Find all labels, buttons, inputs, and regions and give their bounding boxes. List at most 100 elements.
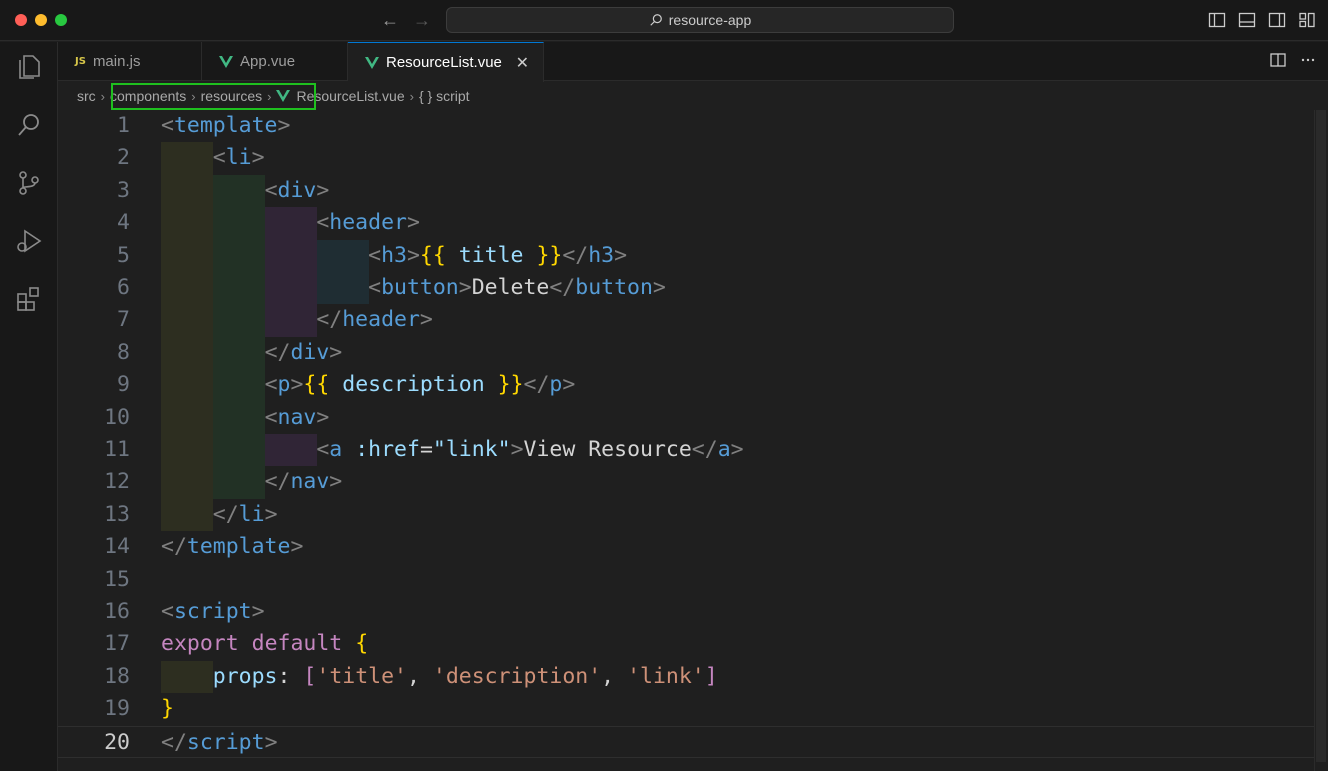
- explorer-icon[interactable]: [14, 52, 44, 82]
- code-line: 17 export default {: [58, 628, 1314, 660]
- code-text: }: [161, 696, 174, 722]
- code-line: 18 props: ['title', 'description', 'link…: [58, 660, 1314, 694]
- line-number: 1: [117, 113, 130, 138]
- close-window-button[interactable]: [15, 14, 27, 26]
- code-text: </div>: [264, 339, 343, 365]
- line-number: 14: [104, 534, 130, 560]
- tab-resourcelist-vue[interactable]: ResourceList.vue ✕: [348, 42, 544, 82]
- line-number: 8: [117, 339, 130, 365]
- line-number: 5: [117, 242, 130, 268]
- code-text: </script>: [161, 729, 278, 755]
- line-number: 3: [117, 177, 130, 203]
- title-bar: ← → resource-app: [0, 0, 1328, 41]
- code-text: <button>Delete</button>: [368, 275, 666, 300]
- zoom-window-button[interactable]: [55, 14, 67, 26]
- line-number: 10: [104, 404, 130, 430]
- code-line: 12 </nav>: [58, 466, 1314, 499]
- line-number: 2: [117, 145, 130, 171]
- line-number: 11: [104, 437, 130, 462]
- extensions-icon[interactable]: [14, 284, 44, 314]
- code-line: 15: [58, 564, 1314, 596]
- source-control-icon[interactable]: [14, 168, 44, 198]
- code-line: 13 </li>: [58, 498, 1314, 532]
- code-text: <header>: [316, 210, 420, 236]
- line-number: 12: [104, 469, 130, 495]
- code-line: 14 </template>: [58, 531, 1314, 563]
- code-line: 3 <div>: [58, 174, 1314, 208]
- editor-tab-bar: JS main.js App.vue ResourceList.vue ✕: [58, 42, 1328, 82]
- chevron-right-icon: ›: [100, 88, 106, 104]
- line-number: 19: [104, 696, 130, 722]
- code-line: 9 <p>{{ description }}</p>: [58, 369, 1314, 402]
- code-text: <p>{{ description }}</p>: [264, 372, 576, 398]
- line-number: 20: [104, 729, 130, 755]
- toggle-primary-sidebar-icon[interactable]: [1208, 11, 1226, 29]
- run-and-debug-icon[interactable]: [14, 226, 44, 256]
- code-line: 19 }: [58, 693, 1314, 725]
- code-text: <script>: [161, 599, 265, 624]
- customize-layout-icon[interactable]: [1298, 11, 1316, 29]
- code-text: <li>: [212, 145, 265, 171]
- editor-scrollbar[interactable]: [1314, 110, 1328, 771]
- search-icon[interactable]: [14, 110, 44, 140]
- tab-label: main.js: [92, 53, 141, 70]
- split-editor-icon[interactable]: [1270, 52, 1286, 68]
- vue-file-icon: [365, 56, 379, 69]
- line-number: 13: [104, 501, 130, 527]
- code-line: 10 <nav>: [58, 401, 1314, 434]
- toggle-panel-icon[interactable]: [1238, 11, 1256, 29]
- js-file-icon: JS: [75, 56, 86, 67]
- search-text: resource-app: [668, 12, 752, 28]
- code-line: 1 <template>: [58, 110, 1314, 142]
- line-number: 15: [104, 566, 130, 592]
- code-line: 4 <header>: [58, 207, 1314, 240]
- forward-arrow-icon[interactable]: →: [411, 9, 433, 31]
- scrollbar-thumb[interactable]: [1316, 110, 1326, 762]
- search-icon: [650, 14, 662, 26]
- code-text: export default {: [161, 631, 369, 657]
- more-actions-icon[interactable]: [1300, 52, 1316, 68]
- back-arrow-icon[interactable]: ←: [379, 9, 401, 31]
- highlight-box: [111, 83, 316, 110]
- line-number: 16: [104, 599, 130, 624]
- code-text: <template>: [161, 113, 291, 138]
- breadcrumb-item-script[interactable]: { } script: [419, 88, 470, 104]
- command-center-search[interactable]: resource-app: [446, 7, 954, 33]
- code-line: 2 <li>: [58, 142, 1314, 175]
- line-number: 4: [117, 210, 130, 236]
- tab-app-vue[interactable]: App.vue: [202, 42, 348, 81]
- chevron-right-icon: ›: [409, 88, 414, 104]
- code-text: props: ['title', 'description', 'link']: [212, 663, 718, 689]
- code-text: </template>: [161, 534, 304, 560]
- code-text: </li>: [212, 501, 278, 527]
- code-text: <a :href="link">View Resource</a>: [316, 437, 744, 462]
- code-line: 16 <script>: [58, 596, 1314, 628]
- tab-label: App.vue: [240, 53, 296, 70]
- code-line: 5 <h3>{{ title }}</h3>: [58, 239, 1314, 272]
- line-number: 9: [117, 372, 130, 398]
- line-number: 6: [117, 275, 130, 300]
- tab-label: ResourceList.vue: [386, 54, 502, 71]
- line-number: 7: [117, 307, 130, 333]
- code-line: 6 <button>Delete</button>: [58, 272, 1314, 305]
- code-text: <h3>{{ title }}</h3>: [368, 242, 628, 268]
- breadcrumb: src › components › resources › ResourceL…: [58, 82, 1328, 110]
- code-line: 7 </header>: [58, 304, 1314, 337]
- code-text: <nav>: [264, 404, 330, 430]
- code-line: 8 </div>: [58, 336, 1314, 370]
- breadcrumb-item-src[interactable]: src: [77, 88, 96, 104]
- minimize-window-button[interactable]: [35, 14, 47, 26]
- close-icon[interactable]: ✕: [516, 53, 529, 73]
- toggle-secondary-sidebar-icon[interactable]: [1268, 11, 1286, 29]
- code-line: 11 <a :href="link">View Resource</a>: [58, 434, 1314, 467]
- activity-bar: [0, 42, 58, 771]
- vue-file-icon: [219, 55, 233, 68]
- code-line-current: 20 </script>: [58, 725, 1314, 758]
- code-text: <div>: [264, 177, 330, 203]
- line-number: 17: [104, 631, 130, 657]
- code-text: </header>: [316, 307, 433, 333]
- code-text: </nav>: [264, 469, 343, 495]
- code-editor[interactable]: 1 <template> 2 <li> 3 <div> 4 <header> 5…: [58, 110, 1328, 771]
- line-number: 18: [104, 663, 130, 689]
- tab-main-js[interactable]: JS main.js: [58, 42, 202, 81]
